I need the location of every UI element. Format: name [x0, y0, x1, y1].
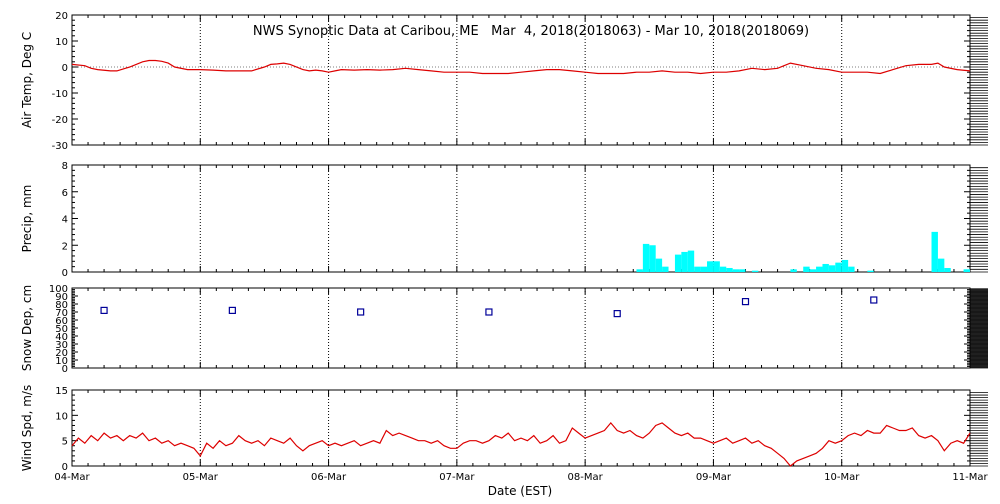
precip-bar [662, 266, 669, 272]
y-tick-label: -10 [52, 89, 68, 100]
x-tick-label: 10-Mar [824, 472, 860, 483]
y-tick-label: 4 [62, 215, 68, 226]
y-tick-label: 0 [62, 63, 68, 74]
y-tick-label: 100 [49, 284, 68, 295]
precip-bar [944, 267, 951, 272]
snow-depth-point [870, 296, 878, 304]
y-tick-label: -30 [52, 141, 68, 152]
precip-bar [636, 269, 643, 272]
precip-bar [642, 243, 650, 272]
precip-bar [822, 263, 829, 272]
x-tick-label: 08-Mar [568, 472, 604, 483]
y-tick-label: 10 [55, 37, 68, 48]
precip-bar [655, 258, 663, 272]
precip-bar [841, 259, 849, 272]
precip-bar [937, 258, 945, 272]
series-line-wind-speed [71, 421, 971, 467]
x-tick-label: 04-Mar [54, 472, 90, 483]
y-tick-label: 5 [62, 437, 68, 448]
y-tick-label: 0 [62, 268, 68, 279]
y-tick-label: 6 [62, 188, 68, 199]
x-tick-label: 06-Mar [311, 472, 347, 483]
plot-frame [71, 287, 971, 369]
precip-bar [687, 250, 695, 272]
y-axis-label-snow-depth: Snow Dep, cm [20, 285, 34, 371]
chart-figure: NWS Synoptic Data at Caribou, ME Mar 4, … [0, 0, 1000, 500]
precip-bar [649, 245, 656, 272]
precip-bar [867, 270, 874, 272]
y-tick-label: -20 [52, 115, 68, 126]
y-tick-label: 10 [55, 411, 68, 422]
precip-bar [751, 270, 759, 272]
precip-bar [713, 261, 720, 272]
precip-bar [848, 266, 855, 272]
panel-snow-depth: 0102030405060708090100Snow Dep, cm [20, 284, 988, 375]
y-axis-label-air-temp: Air Temp, Deg C [20, 32, 34, 128]
y-axis-label-precip: Precip, mm [20, 185, 34, 253]
plot-frame [71, 164, 971, 273]
precip-bar [681, 251, 688, 272]
precip-bar [931, 231, 938, 272]
snow-depth-point [357, 308, 365, 316]
precip-bar [803, 266, 810, 272]
y-tick-label: 15 [55, 386, 68, 397]
y-tick-label: 2 [62, 241, 68, 252]
precip-bar [835, 262, 842, 272]
x-tick-label: 05-Mar [183, 472, 219, 483]
x-tick-label: 11-Mar [952, 472, 988, 483]
precip-bar [790, 269, 797, 272]
chart-canvas: NWS Synoptic Data at Caribou, ME Mar 4, … [20, 11, 988, 498]
panel-wind-speed: 051015Wind Spd, m/s [20, 385, 988, 473]
x-axis-label: Date (EST) [488, 484, 552, 498]
precip-bar [828, 265, 836, 272]
panel-precip: 0 2 4 6 8 Precip, mm [20, 161, 988, 279]
precip-bar [674, 254, 682, 272]
snow-depth-point [100, 306, 108, 314]
plot-frame [71, 389, 971, 467]
precip-bar [707, 261, 714, 272]
chart-title: NWS Synoptic Data at Caribou, ME Mar 4, … [253, 24, 809, 39]
snow-depth-point [228, 306, 236, 314]
precip-bar [809, 269, 817, 272]
snow-depth-point [485, 308, 493, 316]
precip-bar [719, 266, 727, 272]
y-axis-label-wind-speed: Wind Spd, m/s [20, 385, 34, 471]
precip-bar [963, 269, 970, 272]
y-tick-label: 20 [55, 11, 68, 22]
precip-bar [816, 266, 823, 272]
precip-bar [694, 266, 701, 272]
precip-bar [700, 266, 708, 272]
precip-bar [732, 269, 740, 272]
x-tick-label: 07-Mar [439, 472, 475, 483]
y-tick-label: 8 [62, 161, 68, 172]
precip-bar [726, 267, 733, 272]
x-tick-label: 09-Mar [696, 472, 732, 483]
series-line-air-temp [71, 59, 971, 75]
snow-depth-point [613, 310, 621, 318]
precip-bar [739, 269, 746, 272]
snow-depth-point [741, 298, 750, 306]
